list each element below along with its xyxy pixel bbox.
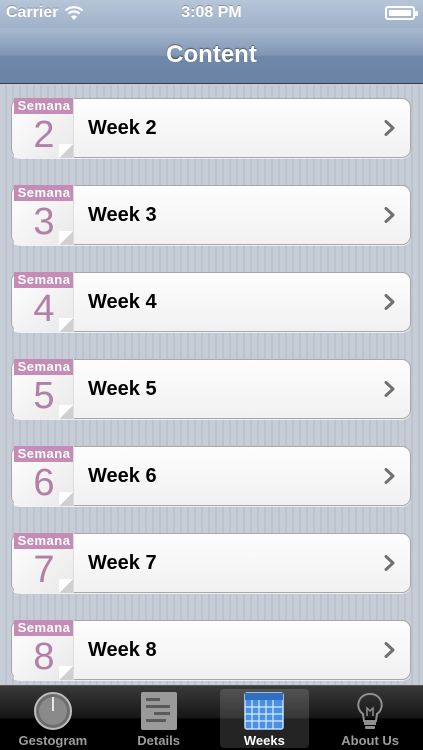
chevron-right-icon — [384, 642, 395, 658]
tab-label: Weeks — [243, 733, 285, 748]
chevron-right-icon — [384, 555, 395, 571]
semana-badge-icon: Semana 2 — [14, 98, 74, 158]
tab-gestogram[interactable]: Gestogram — [0, 686, 106, 750]
gestogram-dial-icon — [33, 692, 72, 730]
week-label: Week 4 — [88, 291, 157, 313]
tab-label: Gestogram — [18, 733, 88, 748]
week-label: Week 3 — [88, 204, 157, 226]
weeks-calendar-icon — [244, 692, 285, 730]
weeks-list[interactable]: Semana 2 Week 2 Semana 3 Week 3 Semana 4… — [0, 85, 423, 685]
chevron-right-icon — [384, 120, 395, 136]
chevron-right-icon — [384, 381, 395, 397]
status-time: 3:08 PM — [181, 4, 242, 21]
week-label: Week 6 — [88, 465, 157, 487]
lightbulb-icon — [357, 692, 383, 729]
week-list-item[interactable]: Semana 4 Week 4 — [11, 272, 411, 332]
semana-badge-icon: Semana 4 — [14, 272, 74, 332]
tab-about-us[interactable]: About Us — [317, 686, 423, 750]
week-list-item[interactable]: Semana 8 Week 8 — [11, 620, 411, 680]
tab-bar: Gestogram Details Weeks About Us — [0, 685, 423, 750]
week-label: Week 5 — [88, 378, 157, 400]
tab-details[interactable]: Details — [106, 686, 212, 750]
chevron-right-icon — [384, 294, 395, 310]
semana-badge-icon: Semana 8 — [14, 620, 74, 680]
week-list-item[interactable]: Semana 7 Week 7 — [11, 533, 411, 593]
tab-weeks[interactable]: Weeks — [212, 686, 318, 750]
navigation-bar: Content — [0, 28, 423, 84]
week-list-item[interactable]: Semana 6 Week 6 — [11, 446, 411, 506]
week-label: Week 7 — [88, 552, 157, 574]
tab-label: About Us — [341, 733, 400, 748]
week-list-item[interactable]: Semana 5 Week 5 — [11, 359, 411, 419]
page-title: Content — [166, 41, 257, 68]
chevron-right-icon — [384, 468, 395, 484]
week-list-item[interactable]: Semana 3 Week 3 — [11, 185, 411, 245]
week-label: Week 2 — [88, 117, 157, 139]
week-label: Week 8 — [88, 639, 157, 661]
battery-icon — [385, 6, 418, 20]
semana-badge-icon: Semana 3 — [14, 185, 74, 245]
chevron-right-icon — [384, 207, 395, 223]
semana-badge-icon: Semana 6 — [14, 446, 74, 506]
week-list-item[interactable]: Semana 2 Week 2 — [11, 98, 411, 158]
semana-badge-icon: Semana 7 — [14, 533, 74, 593]
details-list-icon — [140, 692, 177, 730]
semana-badge-icon: Semana 5 — [14, 359, 74, 419]
status-bar: Carrier 3:08 PM — [0, 0, 423, 28]
tab-label: Details — [137, 733, 180, 748]
